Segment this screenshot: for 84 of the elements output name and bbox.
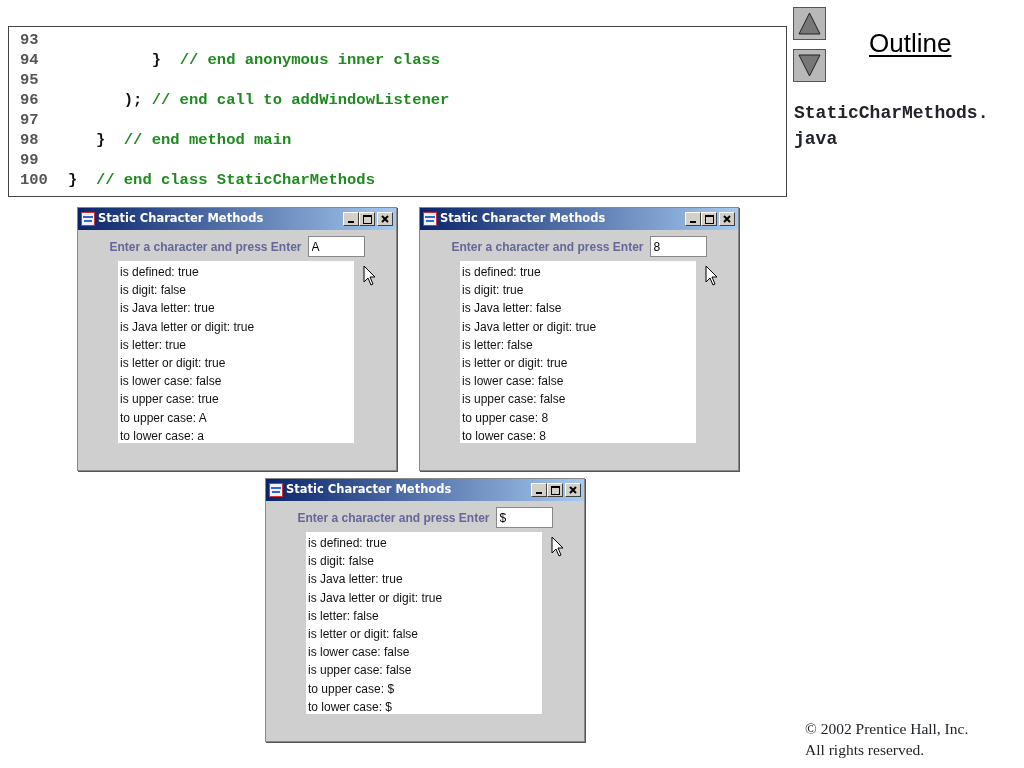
minimize-button[interactable] xyxy=(531,483,547,497)
app-icon xyxy=(423,212,437,226)
line-number: 100 xyxy=(20,170,49,192)
outline-link[interactable]: Outline xyxy=(869,24,952,63)
up-triangle-icon xyxy=(797,11,822,36)
output-line: is digit: false xyxy=(120,282,188,300)
app-icon xyxy=(269,483,283,497)
output-line: is letter: false xyxy=(308,607,380,625)
output-line: is upper case: false xyxy=(308,662,413,680)
output-line: to lower case: $ xyxy=(308,698,394,716)
output-line: is defined: true xyxy=(120,264,200,281)
mouse-pointer-icon xyxy=(551,536,565,558)
output-line: is lower case: false xyxy=(308,644,411,662)
output-line: is upper case: true xyxy=(120,391,220,409)
code-comment: // end anonymous inner class xyxy=(178,50,441,72)
line-number: 95 xyxy=(20,70,40,92)
maximize-button[interactable] xyxy=(547,483,563,497)
close-icon xyxy=(723,215,731,223)
window-title: Static Character Methods xyxy=(286,481,453,499)
maximize-icon xyxy=(704,214,714,224)
previous-slide-button[interactable] xyxy=(793,7,826,40)
line-number: 94 xyxy=(20,50,40,72)
output-line: is letter: true xyxy=(120,336,188,354)
output-line: is letter or digit: true xyxy=(120,355,227,372)
output-line: is defined: true xyxy=(462,264,542,281)
line-number: 96 xyxy=(20,90,40,112)
close-icon xyxy=(569,486,577,494)
output-line: is digit: true xyxy=(462,282,525,300)
file-name: StaticCharMethods.java xyxy=(794,102,990,151)
output-line: is Java letter or digit: true xyxy=(462,318,598,336)
output-line: is Java letter or digit: true xyxy=(308,589,444,607)
prompt-label: Enter a character and press Enter xyxy=(109,238,302,256)
character-input-field[interactable]: A xyxy=(307,236,365,257)
output-line: to upper case: $ xyxy=(308,680,396,698)
app-icon xyxy=(81,212,95,226)
maximize-button[interactable] xyxy=(359,212,375,226)
minimize-button[interactable] xyxy=(685,212,701,226)
output-line: is digit: false xyxy=(308,553,376,571)
code-comment: // end class StaticCharMethods xyxy=(94,170,375,192)
output-line: to lower case: a xyxy=(120,427,206,445)
line-number: 97 xyxy=(20,110,40,132)
minimize-button[interactable] xyxy=(343,212,359,226)
maximize-icon xyxy=(362,214,372,224)
character-input-field[interactable]: 8 xyxy=(649,236,707,257)
output-line: is letter or digit: false xyxy=(308,626,420,643)
code-text: ); xyxy=(122,90,144,112)
maximize-button[interactable] xyxy=(701,212,717,226)
output-line: is Java letter or digit: true xyxy=(120,318,256,336)
close-button[interactable] xyxy=(565,483,581,497)
output-line: is Java letter: true xyxy=(308,571,404,589)
output-line: to upper case: A xyxy=(120,409,208,427)
output-line: is defined: true xyxy=(308,535,388,552)
code-text: } xyxy=(68,170,79,192)
output-line: is letter or digit: true xyxy=(462,355,569,372)
output-line: is letter: false xyxy=(462,336,534,354)
maximize-icon xyxy=(550,485,560,495)
line-number: 99 xyxy=(20,150,40,172)
output-line: to lower case: 8 xyxy=(462,427,548,445)
character-input-field[interactable]: $ xyxy=(495,507,553,528)
line-number: 93 xyxy=(20,30,40,52)
copyright-text: © 2002 Prentice Hall, Inc. xyxy=(805,719,969,739)
window-title: Static Character Methods xyxy=(98,210,265,228)
close-button[interactable] xyxy=(719,212,735,226)
code-comment: // end method main xyxy=(122,130,292,152)
prompt-label: Enter a character and press Enter xyxy=(451,238,644,256)
output-line: is lower case: false xyxy=(120,373,223,391)
down-triangle-icon xyxy=(797,53,822,78)
code-comment: // end call to addWindowListener xyxy=(151,90,450,112)
close-icon xyxy=(381,215,389,223)
code-text: } xyxy=(150,50,162,72)
output-line: is Java letter: false xyxy=(462,300,563,318)
close-button[interactable] xyxy=(377,212,393,226)
output-line: is upper case: false xyxy=(462,391,567,409)
copyright-text: All rights reserved. xyxy=(805,740,926,760)
mouse-pointer-icon xyxy=(705,265,719,287)
output-line: to upper case: 8 xyxy=(462,409,550,427)
mouse-pointer-icon xyxy=(363,265,377,287)
output-line: is lower case: false xyxy=(462,373,565,391)
prompt-label: Enter a character and press Enter xyxy=(297,509,490,527)
next-slide-button[interactable] xyxy=(793,49,826,82)
line-number: 98 xyxy=(20,130,40,152)
code-text: } xyxy=(94,130,107,152)
output-line: is Java letter: true xyxy=(120,300,216,318)
window-title: Static Character Methods xyxy=(440,210,607,228)
